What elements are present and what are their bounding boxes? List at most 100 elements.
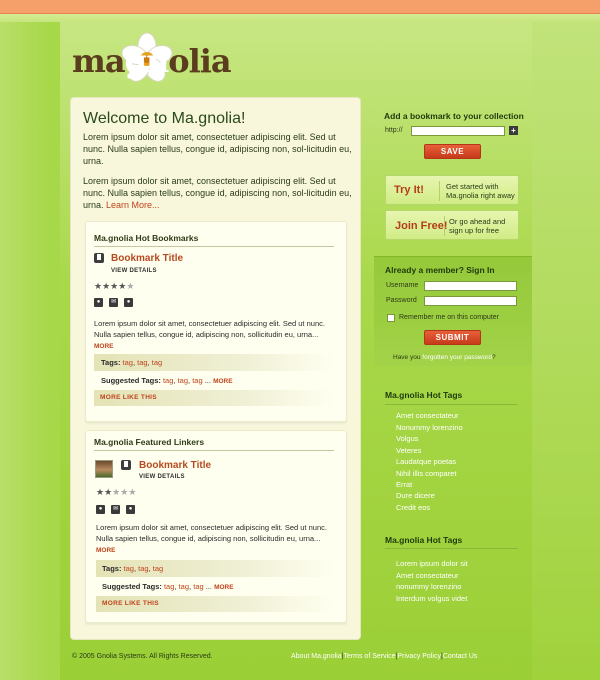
divider bbox=[94, 246, 334, 247]
username-field[interactable] bbox=[424, 281, 517, 291]
top-accent-bar bbox=[0, 0, 600, 14]
welcome-paragraph-1: Lorem ipsum dolor sit amet, consectetuer… bbox=[83, 132, 352, 166]
suggested-tag-link[interactable]: tag bbox=[179, 582, 189, 591]
star-empty-icon: ★ bbox=[128, 487, 137, 497]
tag-link[interactable]: tag bbox=[152, 358, 162, 367]
footer-link-about[interactable]: About Ma.gnolia bbox=[291, 653, 342, 660]
learn-more-link[interactable]: Learn More... bbox=[106, 200, 160, 210]
view-details-link[interactable]: VIEW DETAILS bbox=[111, 268, 157, 274]
star-rating[interactable]: ★★★★★ bbox=[96, 487, 136, 498]
hot-tag-link[interactable]: Amet consectateur bbox=[396, 571, 459, 580]
divider bbox=[94, 450, 334, 451]
star-icon: ★ bbox=[94, 281, 103, 291]
suggested-tag-link[interactable]: tag bbox=[164, 582, 174, 591]
hot-tags-heading: Ma.gnolia Hot Tags bbox=[385, 390, 463, 400]
hot-tag-link[interactable]: Laudatque poetas bbox=[396, 457, 456, 466]
star-icon: ★ bbox=[102, 281, 111, 291]
suggested-tag-link[interactable]: tag bbox=[193, 582, 203, 591]
tag-link[interactable]: tag bbox=[124, 564, 134, 573]
user-icon[interactable]: ● bbox=[94, 298, 103, 307]
try-it-line-1: Get started with bbox=[446, 182, 499, 191]
save-button[interactable]: SAVE bbox=[424, 144, 481, 159]
url-label: http:// bbox=[385, 127, 403, 134]
star-icon: ★ bbox=[104, 487, 113, 497]
suggested-tags-line: Suggested Tags: tag, tag, tag ... MORE bbox=[101, 376, 233, 385]
bookmark-title-link[interactable]: Bookmark Title bbox=[139, 460, 211, 471]
hot-tag-link[interactable]: nonummy lorenzino bbox=[396, 582, 461, 591]
logo[interactable]: magnolia bbox=[72, 30, 232, 88]
more-like-this-link[interactable]: MORE LIKE THIS bbox=[94, 390, 334, 406]
more-link[interactable]: MORE bbox=[94, 343, 114, 350]
tags-line: Tags: tag, tag, tag bbox=[101, 358, 163, 367]
profile-icon[interactable]: ● bbox=[124, 298, 133, 307]
username-label: Username bbox=[386, 282, 419, 289]
hot-tag-link[interactable]: Interdum volgus videt bbox=[396, 594, 467, 603]
suggested-tag-link[interactable]: tag bbox=[163, 376, 173, 385]
star-icon: ★ bbox=[96, 487, 105, 497]
hot-tag-link[interactable]: Credit eos bbox=[396, 503, 430, 512]
footer-link-privacy[interactable]: Privacy Policy bbox=[397, 653, 441, 660]
footer-link-contact[interactable]: Contact Us bbox=[443, 653, 478, 660]
star-rating[interactable]: ★★★★★ bbox=[94, 281, 134, 292]
bookmark-description: Lorem ipsum dolor sit amet, consectetuer… bbox=[96, 523, 327, 554]
footer-link-terms[interactable]: Terms of Service bbox=[343, 653, 395, 660]
user-icon[interactable]: ● bbox=[96, 505, 105, 514]
tag-link[interactable]: tag bbox=[153, 564, 163, 573]
bookmark-title-link[interactable]: Bookmark Title bbox=[111, 253, 183, 264]
suggested-tags-line: Suggested Tags: tag, tag, tag ... MORE bbox=[102, 582, 234, 591]
divider bbox=[439, 181, 440, 201]
password-field[interactable] bbox=[424, 296, 517, 306]
hot-tag-link[interactable]: Amet consectateur bbox=[396, 411, 459, 420]
tag-link[interactable]: tag bbox=[137, 358, 147, 367]
divider bbox=[444, 216, 445, 236]
submit-button[interactable]: SUBMIT bbox=[424, 330, 481, 345]
more-like-this-link[interactable]: MORE LIKE THIS bbox=[96, 596, 334, 612]
hot-tag-link[interactable]: Errat bbox=[396, 480, 412, 489]
forgot-password-line: Have you forgotten your password? bbox=[393, 354, 496, 361]
join-free-line-2: sign up for free bbox=[449, 226, 500, 235]
hot-bookmarks-title: Ma.gnolia Hot Bookmarks bbox=[94, 233, 199, 243]
tag-link[interactable]: tag bbox=[138, 564, 148, 573]
suggested-more-link[interactable]: MORE bbox=[214, 584, 234, 591]
try-it-button[interactable]: Try It! Get started with Ma.gnolia right… bbox=[385, 175, 519, 205]
hot-tag-link[interactable]: Nonummy lorenzino bbox=[396, 423, 463, 432]
more-link[interactable]: MORE bbox=[96, 547, 116, 554]
hot-tag-link[interactable]: Dure dicere bbox=[396, 491, 435, 500]
bookmark-description: Lorem ipsum dolor sit amet, consectetuer… bbox=[94, 319, 325, 350]
join-free-button[interactable]: Join Free! Or go ahead and sign up for f… bbox=[385, 210, 519, 240]
try-it-label: Try It! bbox=[394, 184, 424, 196]
logo-wordmark: magnolia bbox=[72, 42, 232, 80]
hot-tag-link[interactable]: Nihil illis comparet bbox=[396, 469, 456, 478]
mail-icon[interactable]: ✉ bbox=[111, 505, 120, 514]
bookmark-icon bbox=[94, 253, 104, 263]
page-background-right bbox=[532, 22, 600, 680]
join-free-label: Join Free! bbox=[395, 220, 448, 232]
suggested-tag-link[interactable]: tag bbox=[178, 376, 188, 385]
url-input[interactable] bbox=[411, 126, 505, 136]
avatar[interactable] bbox=[95, 460, 113, 478]
hot-tag-link[interactable]: Volgus bbox=[396, 434, 419, 443]
add-icon[interactable]: + bbox=[509, 126, 518, 135]
join-free-line-1: Or go ahead and bbox=[449, 217, 506, 226]
add-bookmark-heading: Add a bookmark to your collection bbox=[384, 111, 524, 121]
login-heading: Already a member? Sign In bbox=[385, 265, 495, 275]
mail-icon[interactable]: ✉ bbox=[109, 298, 118, 307]
divider bbox=[385, 548, 518, 549]
suggested-tag-link[interactable]: tag bbox=[192, 376, 202, 385]
hot-tag-link[interactable]: Lorem ipsum dolor sit bbox=[396, 559, 468, 568]
password-label: Password bbox=[386, 297, 417, 304]
tags-line: Tags: tag, tag, tag bbox=[102, 564, 164, 573]
footer-links: About Ma.gnolia|Terms of Service|Privacy… bbox=[291, 653, 478, 660]
welcome-paragraph-2: Lorem ipsum dolor sit amet, consectetuer… bbox=[83, 176, 352, 210]
featured-linkers-title: Ma.gnolia Featured Linkers bbox=[94, 437, 205, 447]
hot-tag-link[interactable]: Veteres bbox=[396, 446, 421, 455]
page-title: Welcome to Ma.gnolia! bbox=[83, 110, 246, 127]
profile-icon[interactable]: ● bbox=[126, 505, 135, 514]
view-details-link[interactable]: VIEW DETAILS bbox=[139, 474, 185, 480]
tag-link[interactable]: tag bbox=[123, 358, 133, 367]
bookmark-icon bbox=[121, 460, 131, 470]
suggested-more-link[interactable]: MORE bbox=[213, 378, 233, 385]
remember-me-checkbox[interactable] bbox=[387, 314, 395, 322]
try-it-line-2: Ma.gnolia right away bbox=[446, 191, 515, 200]
forgot-password-link[interactable]: forgotten your password bbox=[422, 354, 492, 361]
